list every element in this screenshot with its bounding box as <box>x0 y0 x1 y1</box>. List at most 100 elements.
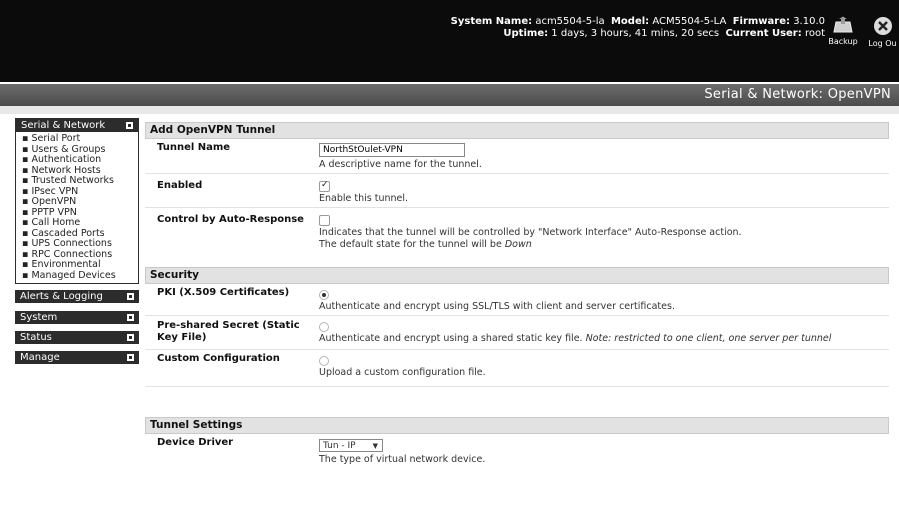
expand-icon <box>127 334 134 341</box>
sidebar-system[interactable]: System <box>15 311 139 324</box>
expand-icon <box>127 293 134 300</box>
row-pki: PKI (X.509 Certificates) Authenticate an… <box>145 284 889 316</box>
row-pre-shared-secret: Pre-shared Secret (Static Key File) Auth… <box>145 316 889 350</box>
sidebar: Serial & Network ▪ Serial Port ▪ Users &… <box>15 118 139 366</box>
control-help-prefix: The default state for the tunnel will be <box>319 239 505 250</box>
sidebar-item-label: Environmental <box>31 259 101 270</box>
device-driver-selected: Tun - IP <box>323 441 356 451</box>
psk-value-cell: Authenticate and encrypt using a shared … <box>319 320 831 345</box>
logout-label: Log Ou <box>868 39 897 48</box>
row-device-driver: Device Driver Tun - IP ▼ The type of virt… <box>145 434 889 474</box>
firmware: 3.10.0 <box>793 16 825 27</box>
control-label: Control by Auto-Response <box>157 214 304 225</box>
sidebar-system-title: System <box>20 312 58 323</box>
system-name: acm5504-5-la <box>535 16 605 27</box>
tunnel-name-help: A descriptive name for the tunnel. <box>319 159 482 170</box>
sidebar-serial-network: Serial & Network ▪ Serial Port ▪ Users &… <box>15 118 139 284</box>
custom-help: Upload a custom configuration file. <box>319 367 486 378</box>
backup-icon <box>833 16 853 33</box>
pki-value-cell: Authenticate and encrypt using SSL/TLS w… <box>319 288 675 313</box>
sidebar-manage[interactable]: Manage <box>15 351 139 364</box>
current-user: root <box>804 28 825 39</box>
system-name-label: System Name: <box>450 16 533 27</box>
current-user-label: Current User: <box>725 28 802 39</box>
system-info: System Name: acm5504-5-la Model: ACM5504… <box>420 16 825 40</box>
custom-value-cell: Upload a custom configuration file. <box>319 354 486 379</box>
backup-button[interactable]: Backup <box>826 16 860 46</box>
title-divider <box>0 106 899 114</box>
sidebar-manage-title: Manage <box>20 352 60 363</box>
sidebar-item-label: Network Hosts <box>31 164 101 176</box>
page-title-bar: Serial & Network: OpenVPN <box>0 84 899 106</box>
custom-label: Custom Configuration <box>157 353 280 364</box>
psk-help: Authenticate and encrypt using a shared … <box>319 333 586 344</box>
section-security-header: Security <box>145 267 889 284</box>
chevron-down-icon: ▼ <box>372 442 378 450</box>
sidebar-alerts-logging[interactable]: Alerts & Logging <box>15 290 139 303</box>
psk-radio[interactable] <box>319 322 329 332</box>
row-tunnel-name: Tunnel Name A descriptive name for the t… <box>145 139 889 174</box>
device-driver-help: The type of virtual network device. <box>319 454 486 465</box>
sidebar-serial-network-items: ▪ Serial Port ▪ Users & Groups ▪ Authent… <box>16 132 138 283</box>
firmware-label: Firmware: <box>732 16 790 27</box>
uptime-label: Uptime: <box>503 28 549 39</box>
sidebar-item-label: Call Home <box>31 217 81 228</box>
sidebar-item-label: OpenVPN <box>31 196 77 207</box>
sidebar-item-label: UPS Connections <box>31 238 112 249</box>
sidebar-item-label: RPC Connections <box>31 248 113 260</box>
pki-help: Authenticate and encrypt using SSL/TLS w… <box>319 301 675 312</box>
sidebar-status[interactable]: Status <box>15 331 139 344</box>
enabled-checkbox[interactable] <box>319 179 330 192</box>
sidebar-item-label: Authentication <box>31 154 102 165</box>
model: ACM5504-5-LA <box>652 16 727 27</box>
expand-icon <box>127 354 134 361</box>
backup-label: Backup <box>828 37 858 46</box>
section-tunnel-settings-header: Tunnel Settings <box>145 417 889 434</box>
model-label: Model: <box>610 16 650 27</box>
enabled-help: Enable this tunnel. <box>319 193 409 204</box>
main-content: Add OpenVPN Tunnel Tunnel Name A descrip… <box>145 122 889 474</box>
page-title: Serial & Network: OpenVPN <box>704 87 891 102</box>
expand-icon <box>127 314 134 321</box>
tunnel-name-label: Tunnel Name <box>157 142 231 153</box>
sidebar-serial-network-title: Serial & Network <box>21 120 106 131</box>
sidebar-item-label: Users & Groups <box>31 143 106 155</box>
sidebar-item-label: Cascaded Ports <box>31 227 105 239</box>
device-driver-select[interactable]: Tun - IP ▼ <box>319 439 383 452</box>
control-help-line1: Indicates that the tunnel will be contro… <box>319 227 742 238</box>
control-default-state: Down <box>504 239 532 250</box>
pki-label: PKI (X.509 Certificates) <box>157 287 290 298</box>
uptime: 1 days, 3 hours, 41 mins, 20 secs <box>551 28 720 39</box>
sidebar-item-label: IPsec VPN <box>31 185 79 197</box>
sidebar-item-label: Trusted Networks <box>31 175 114 186</box>
enabled-value-cell: Enable this tunnel. <box>319 179 408 205</box>
psk-note: Note: restricted to one client, one serv… <box>585 333 832 344</box>
device-driver-value-cell: Tun - IP ▼ The type of virtual network de… <box>319 439 485 466</box>
sidebar-item-label: Managed Devices <box>31 269 116 281</box>
device-driver-label: Device Driver <box>157 437 234 448</box>
logout-button[interactable]: Log Ou <box>866 16 899 48</box>
close-icon <box>873 17 892 35</box>
sidebar-item-label: Serial Port <box>31 133 81 144</box>
top-header: System Name: acm5504-5-la Model: ACM5504… <box>0 0 899 82</box>
tunnel-name-input[interactable] <box>319 143 465 157</box>
control-value-cell: Indicates that the tunnel will be contro… <box>319 213 742 251</box>
enabled-label: Enabled <box>157 180 203 191</box>
sidebar-item-managed-devices[interactable]: ▪ Managed Devices <box>22 269 138 282</box>
control-checkbox[interactable] <box>319 215 330 226</box>
sidebar-item-label: PPTP VPN <box>31 206 77 218</box>
sidebar-alerts-title: Alerts & Logging <box>20 291 103 302</box>
sidebar-serial-network-header[interactable]: Serial & Network <box>16 119 138 132</box>
row-control-auto-response: Control by Auto-Response Indicates that … <box>145 208 889 254</box>
psk-label: Pre-shared Secret (Static Key File) <box>157 320 300 343</box>
collapse-icon <box>126 122 133 129</box>
row-enabled: Enabled Enable this tunnel. <box>145 174 889 208</box>
tunnel-name-value-cell: A descriptive name for the tunnel. <box>319 143 482 171</box>
pki-radio[interactable] <box>319 290 329 300</box>
section-add-tunnel-header: Add OpenVPN Tunnel <box>145 122 889 139</box>
sidebar-status-title: Status <box>20 332 52 343</box>
custom-radio[interactable] <box>319 356 329 366</box>
row-custom-configuration: Custom Configuration Upload a custom con… <box>145 350 889 387</box>
